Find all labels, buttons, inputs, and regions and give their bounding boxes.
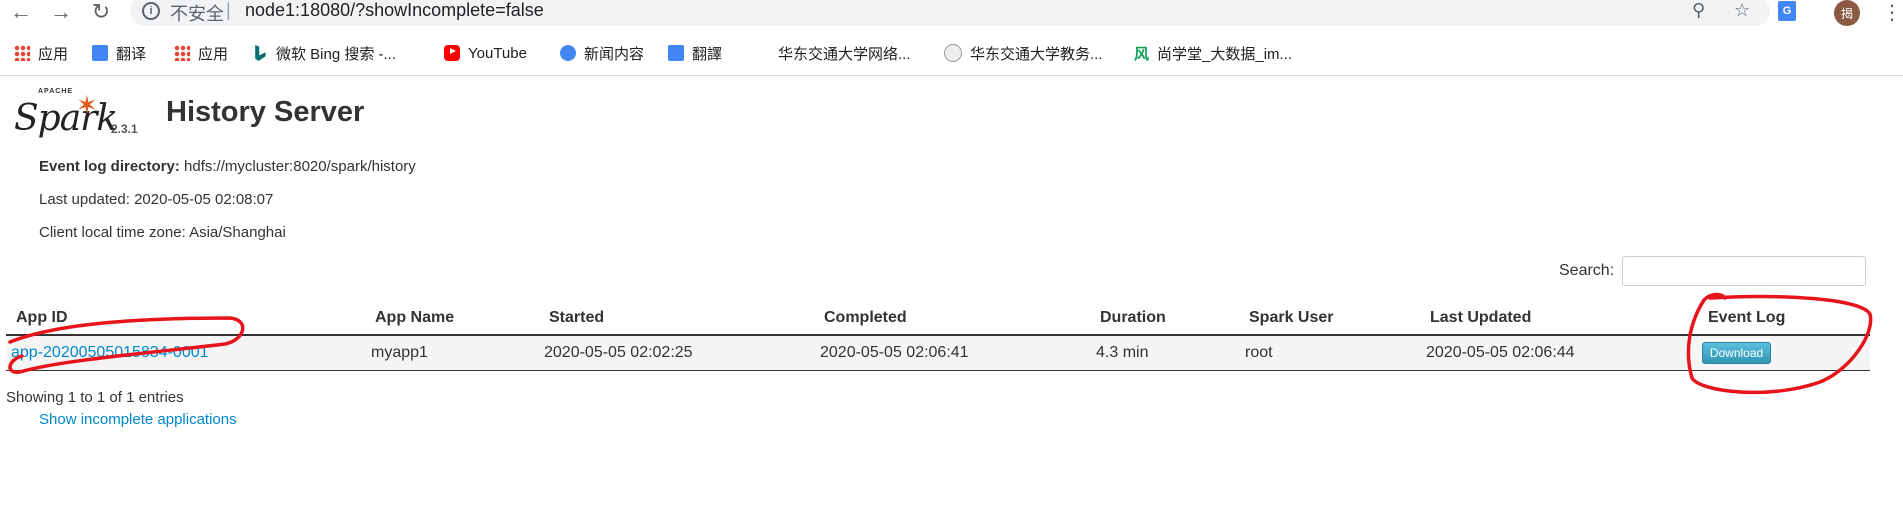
bookmark-label: 应用: [198, 45, 229, 63]
spark-user-cell: root: [1245, 344, 1273, 361]
column-header-last-updated[interactable]: Last Updated: [1430, 309, 1531, 327]
back-arrow-icon[interactable]: ←: [8, 0, 34, 24]
app-id-cell: app-20200505015834-0001: [11, 344, 209, 362]
address-separator: |: [226, 0, 231, 20]
page-title: History Server: [166, 96, 365, 128]
news-icon: [560, 45, 576, 61]
star-icon[interactable]: ☆: [1734, 0, 1750, 21]
info-icon[interactable]: i: [142, 2, 160, 20]
bookmark-bing[interactable]: 微软 Bing 搜索 -...: [252, 42, 396, 64]
column-header-app-name[interactable]: App Name: [375, 309, 454, 327]
zoom-icon[interactable]: ⚲: [1692, 0, 1705, 21]
avatar[interactable]: 揭: [1834, 0, 1860, 26]
bookmark-label: 微软 Bing 搜索 -...: [276, 45, 397, 63]
reload-icon[interactable]: ↻: [88, 0, 114, 24]
apps-icon: [14, 45, 30, 61]
forward-arrow-icon[interactable]: →: [48, 0, 74, 24]
table-row: app-20200505015834-0001 myapp1 2020-05-0…: [6, 336, 1870, 371]
last-updated: Last updated: 2020-05-05 02:08:07: [39, 191, 274, 208]
browser-toolbar: ← → ↻ i 不安全 | node1:18080/?showIncomplet…: [0, 0, 1903, 26]
download-button[interactable]: Download: [1702, 342, 1771, 364]
table-header: App ID App Name Started Completed Durati…: [6, 302, 1870, 336]
bookmark-translate-2[interactable]: 翻譯: [668, 42, 722, 64]
url-text[interactable]: node1:18080/?showIncomplete=false: [245, 0, 544, 21]
feng-icon: 风: [1134, 45, 1150, 63]
bookmark-label: 华东交通大学网络...: [778, 45, 911, 63]
event-log-directory-value: hdfs://mycluster:8020/spark/history: [184, 158, 416, 175]
bookmark-label: YouTube: [468, 44, 527, 62]
bookmark-label: 华东交通大学教务...: [970, 45, 1103, 63]
bookmark-sxt[interactable]: 风 尚学堂_大数据_im...: [1134, 42, 1292, 64]
bookmark-label: 应用: [38, 45, 69, 63]
youtube-icon: [444, 45, 460, 61]
bookmark-apps-2[interactable]: 应用: [174, 42, 228, 64]
column-header-spark-user[interactable]: Spark User: [1249, 309, 1334, 327]
annotation-overlay: [8, 292, 1873, 395]
translate-icon: [668, 45, 684, 61]
school-icon: [944, 44, 962, 62]
search-label: Search:: [1559, 262, 1615, 279]
address-bar[interactable]: i 不安全 | node1:18080/?showIncomplete=fals…: [130, 0, 1770, 26]
entries-info: Showing 1 to 1 of 1 entries: [6, 389, 184, 406]
bookmark-apps[interactable]: 应用: [14, 42, 68, 64]
spark-wordmark: Spark: [14, 98, 118, 139]
search-input[interactable]: [1622, 256, 1866, 286]
client-timezone: Client local time zone: Asia/Shanghai: [39, 224, 286, 241]
bookmarks-bar: 应用 翻译 应用 微软 Bing 搜索 -... YouTube 新闻内容 翻譯…: [0, 38, 1903, 68]
chrome-divider: [0, 75, 1903, 76]
bookmark-ecjtu-academic[interactable]: 华东交通大学教务...: [944, 42, 1103, 64]
column-header-app-id[interactable]: App ID: [16, 309, 68, 327]
duration-cell: 4.3 min: [1096, 344, 1149, 361]
bookmark-news[interactable]: 新闻内容: [560, 42, 644, 64]
event-log-directory-label: Event log directory:: [39, 158, 180, 175]
bookmark-ecjtu-network[interactable]: 华东交通大学网络...: [778, 42, 911, 64]
spark-version: 2.3.1: [111, 122, 138, 136]
bookmark-translate[interactable]: 翻译: [92, 42, 146, 64]
bookmark-label: 尚学堂_大数据_im...: [1157, 45, 1293, 63]
started-cell: 2020-05-05 02:02:25: [544, 344, 693, 361]
applications-table: App ID App Name Started Completed Durati…: [6, 302, 1870, 371]
column-header-completed[interactable]: Completed: [824, 309, 907, 327]
bookmark-youtube[interactable]: YouTube: [444, 42, 527, 64]
bing-icon: [255, 45, 266, 61]
apps-icon: [174, 45, 190, 61]
bookmark-label: 翻譯: [692, 45, 723, 63]
bookmark-label: 新闻内容: [584, 45, 645, 63]
apache-text: APACHE: [38, 88, 74, 95]
event-log-directory: Event log directory: hdfs://mycluster:80…: [39, 158, 416, 175]
translate-icon: [92, 45, 108, 61]
column-header-started[interactable]: Started: [549, 309, 604, 327]
column-header-duration[interactable]: Duration: [1100, 309, 1166, 327]
translate-extension-icon[interactable]: G: [1778, 1, 1796, 21]
app-id-link[interactable]: app-20200505015834-0001: [11, 344, 209, 361]
insecure-label: 不安全: [170, 4, 224, 24]
show-incomplete-link[interactable]: Show incomplete applications: [39, 411, 237, 428]
column-header-event-log[interactable]: Event Log: [1708, 309, 1785, 327]
menu-icon[interactable]: ⋮: [1882, 0, 1902, 25]
completed-cell: 2020-05-05 02:06:41: [820, 344, 969, 361]
bookmark-label: 翻译: [116, 45, 147, 63]
app-name-cell: myapp1: [371, 344, 428, 361]
spark-star-icon: ✶: [76, 90, 98, 120]
last-updated-cell: 2020-05-05 02:06:44: [1426, 344, 1575, 361]
